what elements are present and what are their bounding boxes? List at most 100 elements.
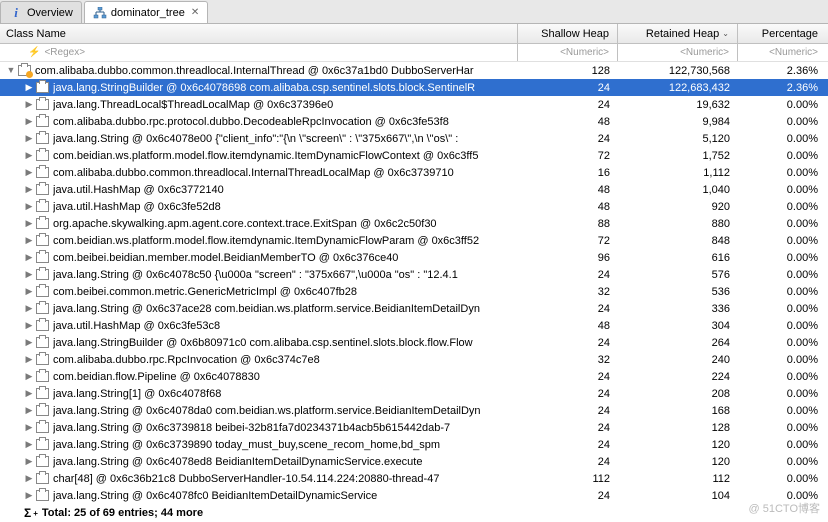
column-header-retained[interactable]: Retained Heap⌄: [618, 24, 738, 43]
table-row[interactable]: ▶com.alibaba.dubbo.rpc.RpcInvocation @ 0…: [0, 351, 828, 368]
cell-shallow: 32: [518, 354, 618, 366]
expand-closed-icon[interactable]: ▶: [24, 82, 34, 93]
expand-closed-icon[interactable]: ▶: [24, 371, 34, 382]
table-row[interactable]: ▶com.alibaba.dubbo.common.threadlocal.In…: [0, 164, 828, 181]
tree-view[interactable]: ▼com.alibaba.dubbo.common.threadlocal.In…: [0, 62, 828, 522]
expand-closed-icon[interactable]: ▶: [24, 405, 34, 416]
table-row[interactable]: ▶java.lang.String @ 0x6c4078fc0 BeidianI…: [0, 487, 828, 504]
expand-closed-icon[interactable]: ▶: [24, 286, 34, 297]
expand-closed-icon[interactable]: ▶: [24, 388, 34, 399]
cell-shallow: 24: [518, 456, 618, 468]
expand-closed-icon[interactable]: ▶: [24, 116, 34, 127]
filter-retained[interactable]: <Numeric>: [618, 44, 738, 61]
dominator-tree-icon: [93, 7, 107, 19]
class-icon: [34, 284, 50, 300]
table-row[interactable]: ▶com.beidian.flow.Pipeline @ 0x6c4078830…: [0, 368, 828, 385]
cell-name: ▶java.lang.String @ 0x6c4078fc0 BeidianI…: [0, 488, 518, 504]
expand-closed-icon[interactable]: ▶: [24, 303, 34, 314]
cell-retained: 5,120: [618, 133, 738, 145]
table-row[interactable]: ▶ char[48] @ 0x6c36b21c8 DubboServerHandl…: [0, 470, 828, 487]
cell-name: ▶java.lang.StringBuilder @ 0x6c4078698 c…: [0, 80, 518, 96]
column-header-name[interactable]: Class Name: [0, 24, 518, 43]
expand-closed-icon[interactable]: ▶: [24, 218, 34, 229]
column-header-percentage[interactable]: Percentage: [738, 24, 828, 43]
expand-closed-icon[interactable]: ▶: [24, 184, 34, 195]
table-row[interactable]: ▼com.alibaba.dubbo.common.threadlocal.In…: [0, 62, 828, 79]
expand-closed-icon[interactable]: ▶: [24, 269, 34, 280]
class-icon: [34, 80, 50, 96]
table-row[interactable]: ▶java.lang.String[1] @ 0x6c4078f68242080…: [0, 385, 828, 402]
class-icon: [34, 335, 50, 351]
row-label: org.apache.skywalking.apm.agent.core.con…: [53, 218, 437, 230]
expand-closed-icon[interactable]: ▶: [24, 201, 34, 212]
cell-retained: 104: [618, 490, 738, 502]
table-row[interactable]: ▶java.lang.String @ 0x6c37ace28 com.beid…: [0, 300, 828, 317]
table-row[interactable]: ▶java.lang.StringBuilder @ 0x6c4078698 c…: [0, 79, 828, 96]
table-row[interactable]: ▶java.lang.String @ 0x6c3739890 today_mu…: [0, 436, 828, 453]
cell-name: ▶com.beibei.common.metric.GenericMetricI…: [0, 284, 518, 300]
expand-closed-icon[interactable]: ▶: [24, 354, 34, 365]
expand-closed-icon[interactable]: ▶: [24, 150, 34, 161]
expand-closed-icon[interactable]: ▶: [24, 252, 34, 263]
filter-shallow[interactable]: <Numeric>: [518, 44, 618, 61]
expand-closed-icon[interactable]: ▶: [24, 167, 34, 178]
close-icon[interactable]: ✕: [191, 7, 199, 18]
table-row[interactable]: ▶com.beibei.beidian.member.model.Beidian…: [0, 249, 828, 266]
row-label: com.beidian.ws.platform.model.flow.itemd…: [53, 235, 479, 247]
row-label: char[48] @ 0x6c36b21c8 DubboServerHandle…: [53, 473, 439, 485]
table-row[interactable]: ▶java.util.HashMap @ 0x6c3fe53c8483040.0…: [0, 317, 828, 334]
filter-pct[interactable]: <Numeric>: [738, 44, 828, 61]
cell-shallow: 48: [518, 320, 618, 332]
tab-label: dominator_tree: [111, 7, 185, 19]
class-icon: [34, 318, 50, 334]
expand-closed-icon[interactable]: ▶: [24, 456, 34, 467]
cell-shallow: 72: [518, 150, 618, 162]
class-icon: [34, 148, 50, 164]
filter-regex[interactable]: ⚡ <Regex>: [0, 44, 518, 61]
table-row[interactable]: ▶com.beibei.common.metric.GenericMetricI…: [0, 283, 828, 300]
tab-dominator-tree[interactable]: dominator_tree ✕: [84, 1, 208, 23]
cell-name: ▶com.beibei.beidian.member.model.Beidian…: [0, 250, 518, 266]
table-row[interactable]: ▶ com.beidian.ws.platform.model.flow.item…: [0, 232, 828, 249]
tab-overview[interactable]: i Overview: [0, 1, 82, 23]
cell-percentage: 0.00%: [738, 235, 828, 247]
column-header-shallow[interactable]: Shallow Heap: [518, 24, 618, 43]
table-row[interactable]: ▶java.lang.String @ 0x6c4078e00 {"client…: [0, 130, 828, 147]
expand-closed-icon[interactable]: ▶: [24, 422, 34, 433]
cell-percentage: 0.00%: [738, 252, 828, 264]
expand-closed-icon[interactable]: ▶: [24, 337, 34, 348]
expand-closed-icon[interactable]: ▶: [24, 490, 34, 501]
expand-closed-icon[interactable]: ▶: [24, 473, 34, 484]
cell-shallow: 24: [518, 303, 618, 315]
table-row[interactable]: ▶com.alibaba.dubbo.rpc.protocol.dubbo.De…: [0, 113, 828, 130]
cell-retained: 536: [618, 286, 738, 298]
expand-open-icon[interactable]: ▼: [6, 65, 16, 75]
expand-closed-icon[interactable]: ▶: [24, 320, 34, 331]
cell-retained: 336: [618, 303, 738, 315]
cell-shallow: 48: [518, 116, 618, 128]
cell-retained: 240: [618, 354, 738, 366]
row-label: java.lang.String @ 0x6c4078da0 com.beidi…: [53, 405, 481, 417]
cell-percentage: 0.00%: [738, 354, 828, 366]
class-icon: [34, 97, 50, 113]
expand-closed-icon[interactable]: ▶: [24, 133, 34, 144]
table-row[interactable]: ▶com.beidian.ws.platform.model.flow.item…: [0, 147, 828, 164]
table-row[interactable]: ▶ org.apache.skywalking.apm.agent.core.co…: [0, 215, 828, 232]
cell-retained: 848: [618, 235, 738, 247]
table-row[interactable]: ▶java.lang.ThreadLocal$ThreadLocalMap @ …: [0, 96, 828, 113]
cell-percentage: 0.00%: [738, 286, 828, 298]
table-row[interactable]: ▶java.util.HashMap @ 0x6c3772140481,0400…: [0, 181, 828, 198]
class-icon: [34, 250, 50, 266]
table-row[interactable]: ▶java.lang.String @ 0x6c4078c50 {\u000a …: [0, 266, 828, 283]
expand-closed-icon[interactable]: ▶: [24, 235, 34, 246]
table-row[interactable]: ▶java.lang.StringBuilder @ 0x6b80971c0 c…: [0, 334, 828, 351]
table-row[interactable]: ▶java.lang.String @ 0x6c3739818 beibei-3…: [0, 419, 828, 436]
cell-name: ▶com.alibaba.dubbo.rpc.RpcInvocation @ 0…: [0, 352, 518, 368]
expand-closed-icon[interactable]: ▶: [24, 439, 34, 450]
cell-name: ▶com.alibaba.dubbo.common.threadlocal.In…: [0, 165, 518, 181]
table-row[interactable]: ▶ java.lang.String @ 0x6c4078da0 com.beid…: [0, 402, 828, 419]
table-row[interactable]: ▶java.util.HashMap @ 0x6c3fe52d8489200.0…: [0, 198, 828, 215]
expand-closed-icon[interactable]: ▶: [24, 99, 34, 110]
class-icon: [34, 233, 50, 249]
table-row[interactable]: ▶java.lang.String @ 0x6c4078ed8 BeidianI…: [0, 453, 828, 470]
